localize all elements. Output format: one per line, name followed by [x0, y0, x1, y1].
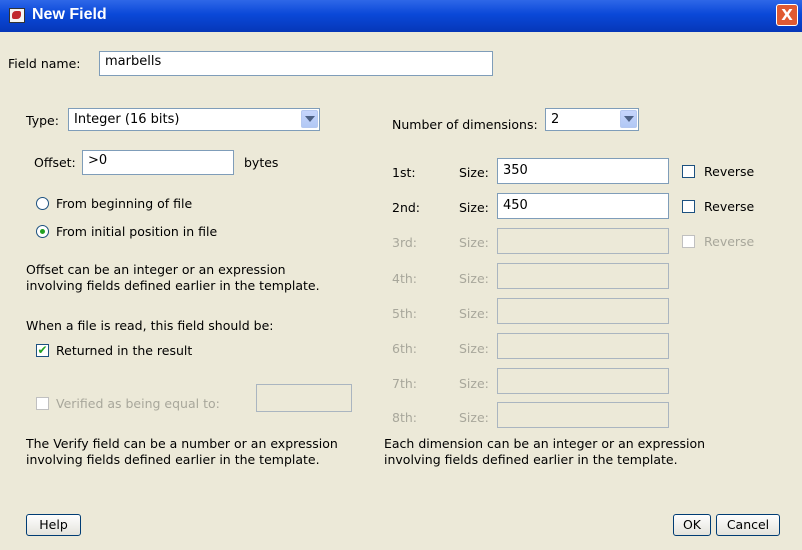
- dim-row-3-size-input[interactable]: [497, 228, 669, 254]
- dim-row-1-size-label: Size:: [459, 165, 489, 180]
- offset-unit: bytes: [244, 155, 279, 170]
- dim-row-2-reverse-label[interactable]: Reverse: [704, 199, 754, 214]
- offset-label: Offset:: [34, 155, 76, 170]
- cancel-button[interactable]: Cancel: [716, 514, 780, 536]
- dim-row-2-size-input[interactable]: 450: [497, 193, 669, 219]
- dim-row-5-size-input[interactable]: [497, 298, 669, 324]
- close-button[interactable]: X: [776, 4, 798, 26]
- dim-row-1-reverse-checkbox[interactable]: [682, 165, 695, 178]
- type-select[interactable]: Integer (16 bits): [68, 108, 320, 131]
- dim-row-7-label: 7th:: [392, 376, 417, 391]
- dim-row-3-reverse-checkbox[interactable]: [682, 235, 695, 248]
- verified-input[interactable]: [256, 384, 352, 412]
- field-name-label: Field name:: [8, 56, 81, 71]
- dim-row-3-reverse-label: Reverse: [704, 234, 755, 249]
- dim-row-2-reverse-checkbox[interactable]: [682, 200, 695, 213]
- chevron-down-icon[interactable]: [620, 110, 637, 128]
- dim-row-3-size-label: Size:: [459, 235, 489, 250]
- dim-row-7-size-label: Size:: [459, 376, 489, 391]
- dimensions-select-value: 2: [551, 112, 560, 127]
- dim-row-4-size-label: Size:: [459, 271, 489, 286]
- chevron-down-icon[interactable]: [301, 110, 318, 128]
- from-initial-position-radio[interactable]: [36, 225, 49, 238]
- dim-row-6-label: 6th:: [392, 341, 417, 356]
- from-beginning-radio[interactable]: [36, 197, 49, 210]
- dimensions-select[interactable]: 2: [545, 108, 639, 131]
- field-name-input[interactable]: marbells: [99, 51, 493, 76]
- type-select-value: Integer (16 bits): [74, 112, 180, 127]
- dim-row-2-label: 2nd:: [392, 200, 421, 215]
- from-beginning-label[interactable]: From beginning of file: [56, 196, 192, 211]
- dim-row-8-size-input[interactable]: [497, 402, 669, 428]
- help-button[interactable]: Help: [26, 514, 81, 536]
- type-label: Type:: [26, 113, 59, 128]
- dim-row-4-label: 4th:: [392, 271, 417, 286]
- dim-row-2-size-label: Size:: [459, 200, 489, 215]
- verified-checkbox[interactable]: [36, 397, 49, 410]
- dim-row-4-size-input[interactable]: [497, 263, 669, 289]
- dimensions-label: Number of dimensions:: [392, 117, 538, 132]
- dim-row-6-size-input[interactable]: [497, 333, 669, 359]
- from-initial-position-label[interactable]: From initial position in file: [56, 224, 217, 239]
- app-icon: [9, 8, 25, 23]
- offset-input[interactable]: >0: [82, 150, 234, 175]
- offset-help-line-1: Offset can be an integer or an expressio…: [26, 262, 286, 277]
- dim-row-8-label: 8th:: [392, 410, 417, 425]
- dim-row-7-size-input[interactable]: [497, 368, 669, 394]
- returned-checkbox[interactable]: ✔: [36, 344, 49, 357]
- dimensions-help-line-2: involving fields defined earlier in the …: [384, 452, 678, 467]
- dim-row-3-label: 3rd:: [392, 235, 418, 250]
- dim-row-1-label: 1st:: [392, 165, 416, 180]
- offset-help-line-2: involving fields defined earlier in the …: [26, 278, 320, 293]
- verify-help-line-1: The Verify field can be a number or an e…: [26, 436, 338, 451]
- returned-label[interactable]: Returned in the result: [56, 343, 192, 358]
- dim-row-8-size-label: Size:: [459, 410, 489, 425]
- dim-row-6-size-label: Size:: [459, 341, 489, 356]
- ok-button[interactable]: OK: [673, 514, 711, 536]
- dimensions-help-line-1: Each dimension can be an integer or an e…: [384, 436, 706, 451]
- dim-row-5-label: 5th:: [392, 306, 417, 321]
- title-bar: New Field X: [0, 0, 802, 32]
- dim-row-1-reverse-label[interactable]: Reverse: [704, 164, 754, 179]
- dim-row-5-size-label: Size:: [459, 306, 489, 321]
- verify-help-line-2: involving fields defined earlier in the …: [26, 452, 320, 467]
- verified-label: Verified as being equal to:: [56, 396, 220, 411]
- read-label: When a file is read, this field should b…: [26, 318, 274, 333]
- window-title: New Field: [32, 6, 107, 23]
- dim-row-1-size-input[interactable]: 350: [497, 158, 669, 184]
